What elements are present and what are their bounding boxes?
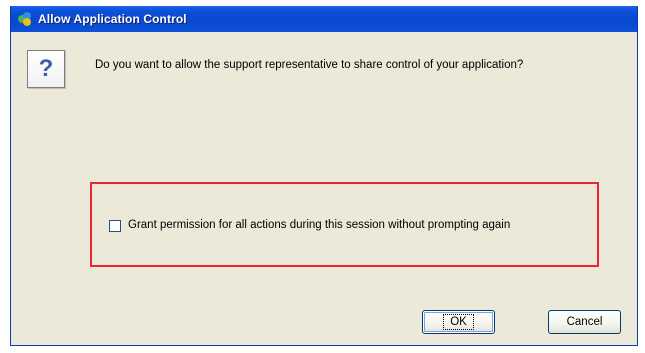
allow-application-control-dialog: Allow Application Control	[10, 6, 638, 346]
cancel-button-label: Cancel	[566, 316, 603, 328]
grant-permission-checkbox[interactable]	[109, 220, 121, 232]
application-share-icon	[17, 11, 33, 27]
question-mark-glyph: ?	[38, 55, 54, 82]
cancel-button[interactable]: Cancel	[548, 310, 621, 334]
grant-permission-checkbox-label[interactable]: Grant permission for all actions during …	[128, 218, 598, 232]
ok-button[interactable]: OK	[422, 310, 495, 334]
ok-button-label: OK	[443, 314, 474, 330]
dialog-message: Do you want to allow the support represe…	[95, 59, 524, 71]
question-mark-icon: ?	[27, 50, 65, 88]
title-bar[interactable]: Allow Application Control	[11, 6, 637, 32]
dialog-title: Allow Application Control	[38, 12, 187, 26]
